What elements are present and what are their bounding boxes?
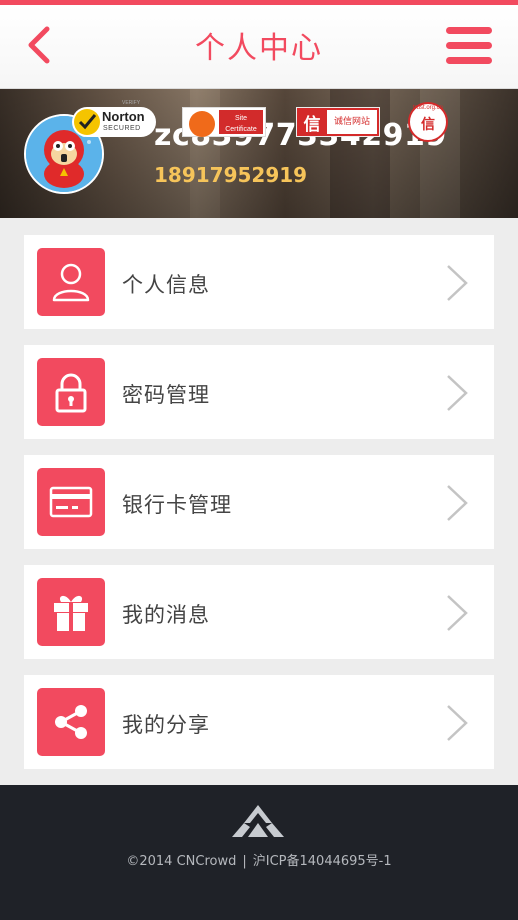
- menu-item-label: 个人信息: [122, 273, 210, 297]
- hamburger-menu-icon: [446, 27, 492, 34]
- chevron-right-icon: [447, 705, 468, 741]
- checkmark-icon: [74, 109, 100, 135]
- menu-item-label: 密码管理: [122, 383, 210, 407]
- app-header: 个人中心: [0, 5, 518, 89]
- copyright-text: ©2014 CNCrowd | 沪ICP备14044695号-1: [126, 854, 392, 869]
- share-icon: [55, 705, 87, 739]
- chevron-right-icon: [447, 265, 468, 301]
- menu-item-label: 银行卡管理: [122, 493, 232, 517]
- norton-secured-badge[interactable]: VERIFY Norton SECURED: [72, 100, 156, 137]
- icp-link[interactable]: 沪ICP备14044695号-1: [253, 854, 392, 869]
- menu-item-label: 我的消息: [122, 603, 210, 627]
- menu-button[interactable]: [446, 27, 494, 65]
- page-footer: ©2014 CNCrowd | 沪ICP备14044695号-1: [0, 785, 518, 920]
- user-icon: [52, 263, 90, 302]
- menu-item-bank-card[interactable]: 银行卡管理: [24, 455, 494, 549]
- site-certificate-badge[interactable]: Site Certificate: [182, 107, 266, 137]
- cncrowd-logo-icon: [232, 805, 284, 837]
- chevron-right-icon: [447, 595, 468, 631]
- menu-item-personal-info[interactable]: 个人信息: [24, 235, 494, 329]
- credit-card-icon: [49, 486, 93, 518]
- chevron-right-icon: [447, 375, 468, 411]
- certificate-seal-icon: [189, 111, 215, 137]
- chevron-right-icon: [447, 485, 468, 521]
- gift-icon: [54, 595, 88, 631]
- menu-item-password[interactable]: 密码管理: [24, 345, 494, 439]
- chengxin-website-badge[interactable]: 信 诚信网站: [296, 107, 380, 137]
- trust-org-badge[interactable]: trust.org.cn 信: [408, 102, 448, 142]
- menu-item-share[interactable]: 我的分享: [24, 675, 494, 769]
- lock-icon: [55, 373, 87, 413]
- menu-item-messages[interactable]: 我的消息: [24, 565, 494, 659]
- phone-number: 18917952919: [154, 163, 308, 187]
- menu-item-label: 我的分享: [122, 713, 210, 737]
- page-title: 个人中心: [195, 31, 323, 66]
